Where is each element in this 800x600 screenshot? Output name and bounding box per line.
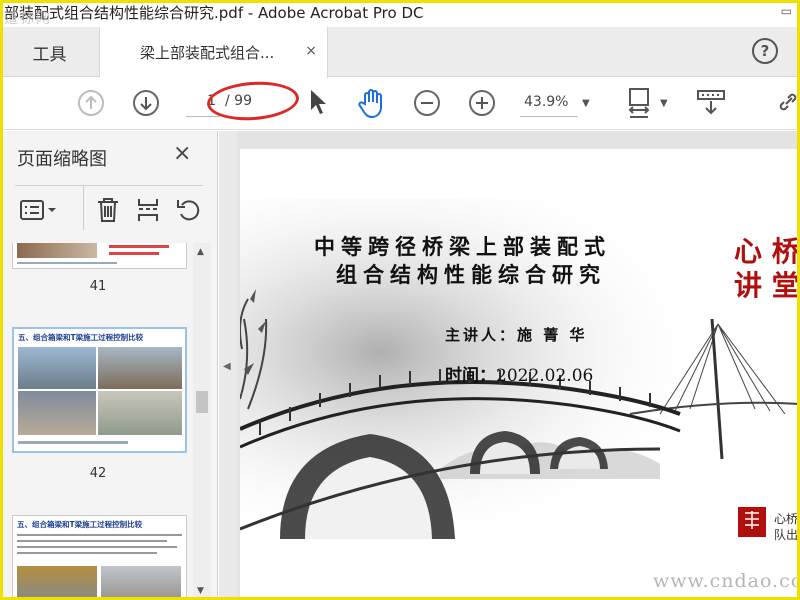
arrow-down-icon (140, 97, 152, 111)
seal-side-text: 心桥 队出 (774, 512, 799, 542)
link-icon (779, 93, 797, 111)
scroll-mode-icon (697, 90, 725, 115)
tab-document-label: 梁上部装配式组合... (140, 44, 275, 62)
thumbnail-page-43[interactable]: 五、组合箱梁和T梁施工过程控制比较 (12, 515, 187, 600)
main-toolbar: 1 / 99 43.9% ▼ ▼ (0, 78, 800, 130)
panel-tools-divider (83, 186, 84, 230)
scroll-mode-button[interactable] (696, 88, 726, 122)
select-tool-button[interactable] (308, 88, 328, 120)
next-page-button[interactable] (133, 90, 159, 116)
zoom-out-button[interactable] (414, 90, 440, 116)
zoom-dropdown-icon[interactable]: ▼ (582, 98, 590, 109)
window-titlebar: 部装配式组合结构性能综合研究.pdf - Adobe Acrobat Pro D… (0, 0, 800, 24)
thumbnail-label-42: 42 (89, 466, 107, 481)
zoom-level[interactable]: 43.9% (524, 94, 568, 110)
thumbnail-label-41: 41 (89, 279, 107, 294)
thumbnail-panel: 页面缩略图 × 41 五、组合箱梁和T梁施工过程控制比较 42 五、组合箱梁和T… (3, 131, 218, 600)
thumbnail-page-41[interactable] (12, 243, 187, 269)
delete-page-button[interactable] (95, 196, 121, 228)
panel-toolbar (15, 185, 203, 233)
page-input-underline (186, 116, 220, 117)
hand-icon (358, 89, 382, 119)
scroll-up-icon[interactable]: ▲ (197, 247, 204, 257)
site-watermark-top: 道标网 (4, 11, 52, 27)
previous-page-button[interactable] (78, 90, 104, 116)
tab-close-icon[interactable]: × (305, 43, 317, 59)
insert-page-button[interactable] (135, 196, 161, 228)
zoom-in-button[interactable] (469, 90, 495, 116)
trash-icon (98, 198, 118, 222)
document-area[interactable]: 中等跨径桥梁上部装配式 组合结构性能综合研究 主讲人：施 菁 华 时间：2022… (237, 131, 800, 600)
slide-title-line1: 中等跨径桥梁上部装配式 (314, 234, 611, 259)
thumbnail-options-button[interactable] (19, 198, 57, 226)
slide-time-label: 时间： (445, 366, 496, 386)
insert-page-icon (138, 199, 158, 221)
zoom-out-icon (421, 102, 433, 104)
panel-close-icon[interactable]: × (173, 141, 191, 166)
zoom-underline (520, 116, 578, 117)
arrow-up-icon (85, 95, 97, 109)
site-watermark: www.cndao.com (653, 570, 800, 592)
window-controls[interactable]: ▭ (781, 4, 792, 18)
window-title: 部装配式组合结构性能综合研究.pdf - Adobe Acrobat Pro D… (4, 4, 424, 22)
thumbnail-list: 41 五、组合箱梁和T梁施工过程控制比较 42 五、组合箱梁和T梁施工过程控制比… (3, 243, 193, 600)
panel-collapse-strip[interactable]: ◀ (219, 131, 237, 600)
tab-row: 工具 梁上部装配式组合... × ? (0, 27, 800, 78)
select-pointer-icon (311, 90, 326, 114)
link-button[interactable] (776, 90, 800, 118)
slide-time-value: 2022.02.06 (496, 366, 594, 386)
slide-title-line2: 组合结构性能综合研究 (336, 262, 606, 287)
tab-document[interactable]: 梁上部装配式组合... × (100, 27, 328, 78)
scrollbar-thumb[interactable] (196, 391, 208, 413)
slide-time: 时间：2022.02.06 (445, 361, 593, 386)
collapse-arrow-icon[interactable]: ◀ (223, 361, 231, 372)
tab-tools[interactable]: 工具 (0, 27, 100, 77)
red-seal-stamp (738, 507, 766, 537)
slide-speaker: 主讲人：施 菁 华 (445, 326, 588, 344)
thumbnail-scrollbar[interactable]: ▲ ▼ (193, 243, 211, 600)
pdf-page: 中等跨径桥梁上部装配式 组合结构性能综合研究 主讲人：施 菁 华 时间：2022… (240, 149, 800, 600)
rotate-icon (177, 200, 200, 221)
calligraphy-logo: 心 桥 讲 堂 (734, 235, 800, 302)
fit-dropdown-icon[interactable]: ▼ (660, 98, 668, 109)
scroll-down-icon[interactable]: ▼ (197, 586, 204, 596)
rotate-page-button[interactable] (175, 196, 203, 228)
panel-title: 页面缩略图 (17, 149, 107, 170)
thumbnail-title: 五、组合箱梁和T梁施工过程控制比较 (17, 520, 143, 529)
fit-page-button[interactable] (626, 86, 656, 124)
thumbnail-title: 五、组合箱梁和T梁施工过程控制比较 (18, 333, 144, 342)
fit-page-icon (628, 88, 650, 118)
thumbnail-page-42[interactable]: 五、组合箱梁和T梁施工过程控制比较 (12, 327, 187, 453)
zoom-in-icon (476, 97, 488, 109)
thumbnail-options-icon (20, 200, 56, 220)
help-icon[interactable]: ? (752, 38, 778, 64)
hand-tool-button[interactable] (357, 87, 387, 123)
